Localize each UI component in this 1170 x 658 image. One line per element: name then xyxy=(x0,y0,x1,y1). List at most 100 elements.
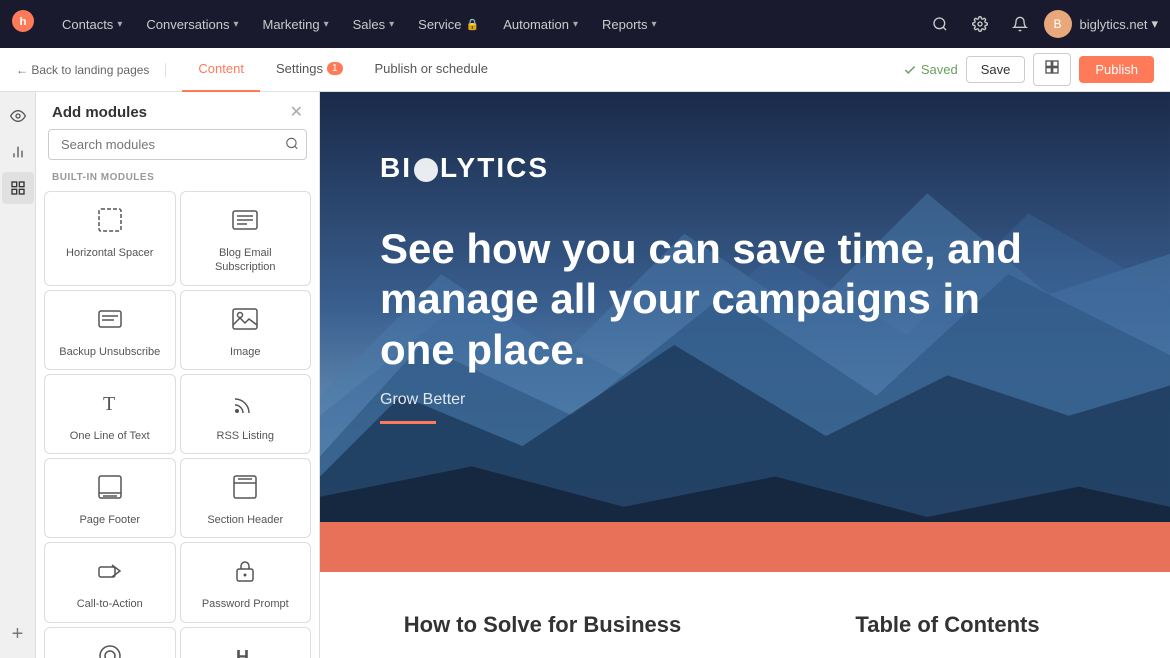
secondary-nav-actions: Saved Save Publish xyxy=(903,53,1154,86)
chevron-down-icon: ▾ xyxy=(652,19,657,30)
module-label: Page Footer xyxy=(79,513,140,527)
password-prompt-icon xyxy=(231,557,259,589)
nav-reports[interactable]: Reports ▾ xyxy=(590,0,669,48)
notifications-button[interactable] xyxy=(1004,8,1036,40)
modules-panel-header: Add modules ✕ xyxy=(36,92,319,129)
nav-automation[interactable]: Automation ▾ xyxy=(491,0,590,48)
svg-text:T: T xyxy=(103,393,115,415)
module-image[interactable]: Image xyxy=(180,290,312,370)
hero-subtext: Grow Better xyxy=(380,391,1090,409)
module-blog-email[interactable]: Blog Email Subscription xyxy=(180,191,312,286)
module-backup-unsubscribe[interactable]: Backup Unsubscribe xyxy=(44,290,176,370)
close-modules-panel-button[interactable]: ✕ xyxy=(290,105,303,121)
sidebar-icon-strip: + xyxy=(0,92,36,658)
chevron-down-icon: ▾ xyxy=(573,19,578,30)
bottom-col-1: How to Solve for Business xyxy=(380,612,705,638)
module-one-line-text[interactable]: T One Line of Text xyxy=(44,374,176,454)
add-icon-button[interactable]: + xyxy=(2,618,34,650)
svg-text:H: H xyxy=(236,647,249,658)
module-section-header[interactable]: Section Header xyxy=(180,458,312,538)
logo-icon xyxy=(96,642,124,658)
bottom-col-2-heading: Table of Contents xyxy=(785,612,1110,638)
module-header[interactable]: H Header xyxy=(180,627,312,658)
nav-contacts[interactable]: Contacts ▾ xyxy=(50,0,134,48)
bottom-content-section: How to Solve for Business Table of Conte… xyxy=(320,572,1170,658)
user-avatar[interactable]: B xyxy=(1044,10,1072,38)
tab-content[interactable]: Content xyxy=(182,48,260,92)
module-label: Section Header xyxy=(207,513,283,527)
svg-text:h: h xyxy=(20,16,27,28)
back-to-landing-pages[interactable]: ← Back to landing pages xyxy=(16,63,166,77)
nav-service[interactable]: Service 🔒 xyxy=(406,0,491,48)
module-label: RSS Listing xyxy=(217,429,274,443)
nav-conversations[interactable]: Conversations ▾ xyxy=(134,0,250,48)
module-label: Image xyxy=(230,345,261,359)
modules-panel: Add modules ✕ BUILT-IN MODULES Horizonta… xyxy=(36,92,320,658)
hubspot-logo[interactable]: h xyxy=(12,10,34,38)
salmon-accent-bar xyxy=(320,522,1170,572)
module-logo[interactable]: Logo xyxy=(44,627,176,658)
search-submit-button[interactable] xyxy=(285,136,299,153)
rss-listing-icon xyxy=(231,389,259,421)
main-layout: + Add modules ✕ BUILT-IN MODULES xyxy=(0,92,1170,658)
module-label: Call-to-Action xyxy=(77,597,143,611)
top-navigation: h Contacts ▾ Conversations ▾ Marketing ▾… xyxy=(0,0,1170,48)
module-page-footer[interactable]: Page Footer xyxy=(44,458,176,538)
page-preview: BI LYTICS See how you can save time, and… xyxy=(320,92,1170,658)
module-label: Backup Unsubscribe xyxy=(59,345,160,359)
module-label: Horizontal Spacer xyxy=(66,246,153,260)
saved-status: Saved xyxy=(903,62,958,77)
module-label: Password Prompt xyxy=(202,597,289,611)
horizontal-spacer-icon xyxy=(96,206,124,238)
image-icon xyxy=(231,305,259,337)
backup-unsubscribe-icon xyxy=(96,305,124,337)
tab-settings[interactable]: Settings 1 xyxy=(260,48,359,92)
cta-icon xyxy=(96,557,124,589)
modules-panel-title: Add modules xyxy=(52,104,147,121)
module-label: Blog Email Subscription xyxy=(189,246,303,275)
module-cta[interactable]: Call-to-Action xyxy=(44,542,176,622)
chevron-down-icon: ▾ xyxy=(389,19,394,30)
module-label: One Line of Text xyxy=(70,429,150,443)
lock-icon: 🔒 xyxy=(466,18,480,31)
settings-button[interactable] xyxy=(964,8,996,40)
hero-divider xyxy=(380,421,436,424)
search-button[interactable] xyxy=(924,8,956,40)
one-line-text-icon: T xyxy=(96,389,124,421)
page-content-area: BI LYTICS See how you can save time, and… xyxy=(320,92,1170,658)
built-in-section-label: BUILT-IN MODULES xyxy=(36,168,319,191)
hero-heading: See how you can save time, and manage al… xyxy=(380,224,1060,375)
modules-icon-button[interactable] xyxy=(2,172,34,204)
bottom-col-2: Table of Contents xyxy=(785,612,1110,638)
modules-grid: Horizontal Spacer Blog Email Subscriptio… xyxy=(36,191,319,658)
preview-icon-button[interactable] xyxy=(2,100,34,132)
search-modules-input[interactable] xyxy=(48,129,307,160)
save-button[interactable]: Save xyxy=(966,56,1026,83)
module-rss-listing[interactable]: RSS Listing xyxy=(180,374,312,454)
section-header-icon xyxy=(231,473,259,505)
nav-right-actions: B biglytics.net ▾ xyxy=(924,8,1158,40)
header-icon: H xyxy=(231,642,259,658)
module-search-box xyxy=(48,129,307,160)
user-menu[interactable]: biglytics.net ▾ xyxy=(1080,16,1158,32)
chevron-down-icon: ▾ xyxy=(324,19,329,30)
module-horizontal-spacer[interactable]: Horizontal Spacer xyxy=(44,191,176,286)
blog-email-icon xyxy=(231,206,259,238)
hero-content: BI LYTICS See how you can save time, and… xyxy=(320,92,1170,464)
tab-publish-schedule[interactable]: Publish or schedule xyxy=(359,48,504,92)
nav-sales[interactable]: Sales ▾ xyxy=(341,0,407,48)
hero-section: BI LYTICS See how you can save time, and… xyxy=(320,92,1170,522)
secondary-tabs: Content Settings 1 Publish or schedule xyxy=(182,48,902,92)
module-password-prompt[interactable]: Password Prompt xyxy=(180,542,312,622)
page-footer-icon xyxy=(96,473,124,505)
bottom-col-1-heading: How to Solve for Business xyxy=(380,612,705,638)
chevron-down-icon: ▾ xyxy=(233,19,238,30)
analytics-icon-button[interactable] xyxy=(2,136,34,168)
chevron-down-icon: ▾ xyxy=(1151,16,1158,32)
publish-button[interactable]: Publish xyxy=(1079,56,1154,83)
chevron-down-icon: ▾ xyxy=(117,19,122,30)
settings-badge: 1 xyxy=(327,62,343,75)
nav-marketing[interactable]: Marketing ▾ xyxy=(250,0,340,48)
hero-logo: BI LYTICS xyxy=(380,152,1090,184)
view-toggle-button[interactable] xyxy=(1033,53,1071,86)
